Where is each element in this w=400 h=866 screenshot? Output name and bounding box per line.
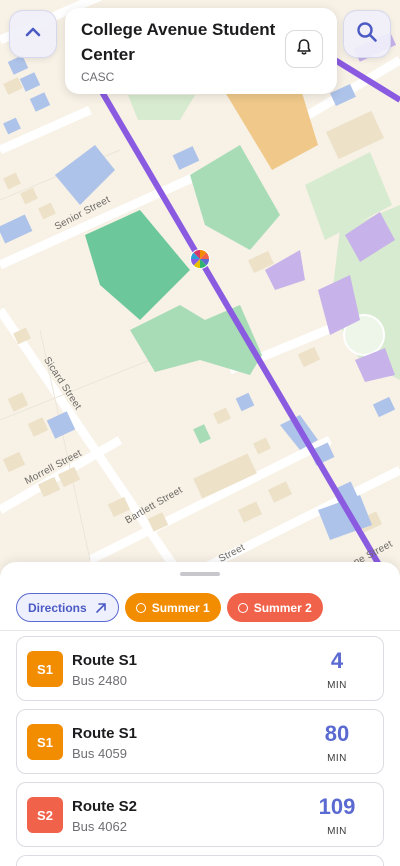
search-button[interactable] [343, 10, 391, 58]
bus-id: Bus 2480 [72, 673, 127, 688]
eta-unit: MIN [327, 826, 347, 837]
route-badge: S1 [27, 651, 63, 687]
arrival-card[interactable]: S1 Route S1 Bus 4059 80 MIN [16, 709, 384, 774]
collapse-button[interactable] [9, 10, 57, 58]
stop-card: College Avenue Student Center CASC [65, 8, 337, 94]
bell-icon [295, 38, 313, 61]
route-badge: S2 [27, 797, 63, 833]
eta-value: 109 [318, 794, 356, 819]
eta-value: 4 [330, 648, 344, 673]
eta-value: 80 [324, 721, 350, 746]
eta-unit: MIN [327, 680, 347, 691]
sheet-handle[interactable] [180, 572, 220, 576]
arrow-up-right-icon [95, 602, 107, 614]
arrival-card-partial[interactable] [16, 855, 384, 866]
summer-2-label: Summer 2 [253, 600, 312, 615]
arrival-card[interactable]: S2 Route S2 Bus 4062 109 MIN [16, 782, 384, 847]
divider [0, 630, 400, 631]
summer-1-label: Summer 1 [151, 600, 210, 615]
arrival-list: S1 Route S1 Bus 2480 4 MIN S1 Route S1 B… [16, 636, 384, 866]
summer-2-chip[interactable]: Summer 2 [226, 593, 323, 622]
chevron-up-icon [23, 22, 43, 47]
summer-1-chip[interactable]: Summer 1 [124, 593, 221, 622]
filter-chips: Directions Summer 1 Summer 2 [16, 593, 323, 622]
route-name: Route S1 [72, 652, 138, 669]
directions-label: Directions [28, 600, 87, 615]
stop-title: College Avenue Student Center [81, 20, 276, 64]
route-badge: S1 [27, 724, 63, 760]
directions-chip[interactable]: Directions [16, 593, 119, 622]
bus-id: Bus 4059 [72, 746, 127, 761]
notify-button[interactable] [285, 30, 323, 68]
eta-unit: MIN [327, 753, 347, 764]
arrival-card[interactable]: S1 Route S1 Bus 2480 4 MIN [16, 636, 384, 701]
route-name: Route S1 [72, 725, 138, 742]
arrivals-sheet: Directions Summer 1 Summer 2 S1 Route S1… [0, 562, 400, 866]
circle-icon [237, 602, 248, 613]
bus-id: Bus 4062 [72, 819, 127, 834]
search-icon [356, 21, 378, 48]
circle-icon [135, 602, 146, 613]
route-name: Route S2 [72, 798, 138, 815]
stop-code: CASC [81, 70, 115, 84]
